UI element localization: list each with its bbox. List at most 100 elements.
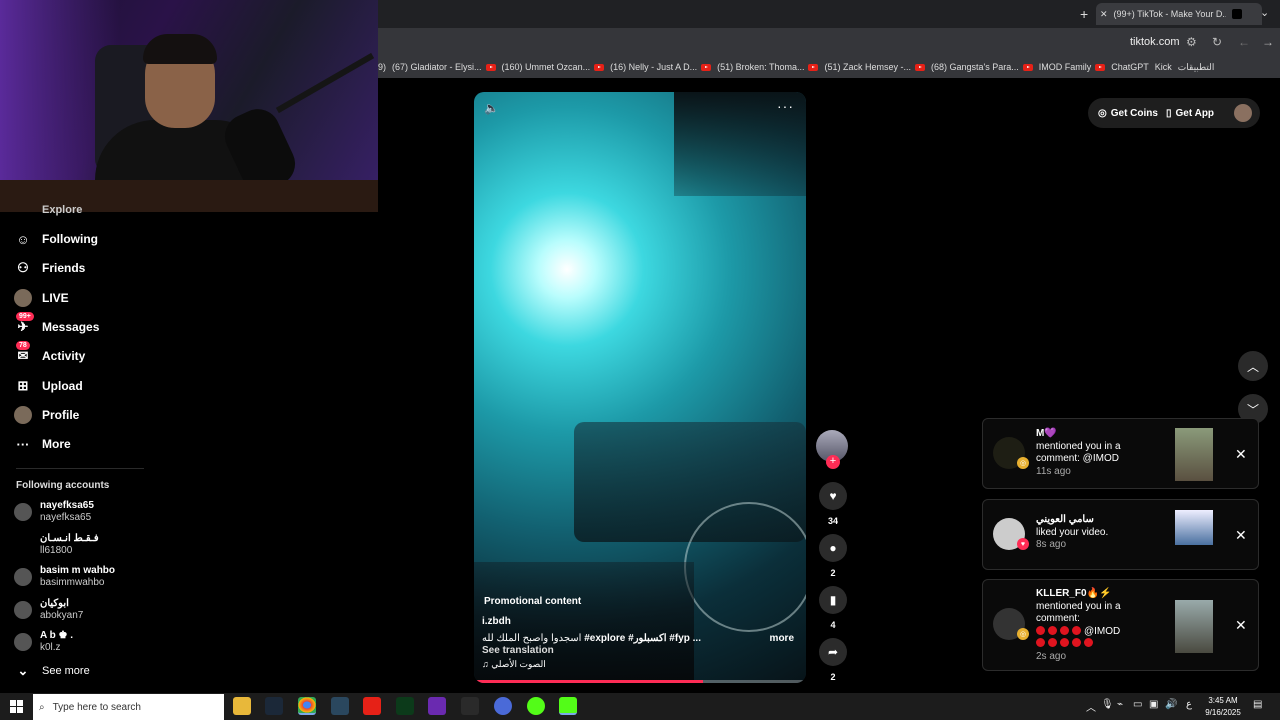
hashtag[interactable]: #اكسبلور xyxy=(628,633,666,644)
network-icon[interactable]: ⌁ xyxy=(1117,699,1123,710)
close-tab-icon[interactable]: ✕ xyxy=(1100,9,1108,20)
ellipsis: ... xyxy=(692,633,701,644)
taskbar-search-input[interactable]: ⌕ Type here to search xyxy=(33,694,224,720)
system-clock[interactable]: 3:45 AM 9/16/2025 xyxy=(1196,695,1250,719)
bookmark-item[interactable]: IMOD Family xyxy=(1039,62,1106,72)
back-icon[interactable]: → xyxy=(1262,35,1274,49)
previous-video-button[interactable]: ︿ xyxy=(1238,351,1268,381)
battery-icon[interactable]: ▭ xyxy=(1133,699,1142,710)
sidebar-item-more[interactable]: ··· More xyxy=(14,435,71,453)
save-action[interactable]: ▮ 4 xyxy=(818,586,848,630)
terminal-icon[interactable] xyxy=(396,697,414,715)
more-options-icon[interactable]: ··· xyxy=(777,98,794,114)
video-thumbnail[interactable] xyxy=(1175,510,1213,545)
forward-icon[interactable]: ← xyxy=(1238,35,1250,49)
youtube-icon xyxy=(701,63,712,71)
following-account[interactable]: nayefksa65 nayefksa65 xyxy=(14,500,94,524)
see-more-button[interactable]: ⌄ See more xyxy=(14,662,90,680)
bookmark-label: (160) Ummet Ozcan... xyxy=(501,62,591,72)
bookmark-item[interactable]: 9) xyxy=(378,62,386,72)
notification-card[interactable]: ◎ KLLER_F0🔥⚡ mentioned you in a comment:… xyxy=(982,579,1259,671)
following-account[interactable]: basim m wahbo basimmwahbo xyxy=(14,565,115,589)
app-icon[interactable] xyxy=(461,697,479,715)
bookmark-label: IMOD Family xyxy=(1038,62,1092,72)
tray-chevron-icon[interactable]: ︿ xyxy=(1086,699,1096,714)
comment-action[interactable]: ● 2 xyxy=(818,534,848,578)
tab-search-chevron-icon[interactable]: ⌄ xyxy=(1260,6,1269,19)
share-icon[interactable]: ➦ xyxy=(819,638,847,666)
bookmark-item[interactable]: التطبيقات xyxy=(1178,62,1215,73)
language-indicator[interactable]: ع xyxy=(1186,699,1192,710)
youtube-icon[interactable] xyxy=(363,697,381,715)
video-thumbnail[interactable] xyxy=(1175,428,1213,481)
url-field[interactable]: tiktok.com xyxy=(1130,36,1180,48)
share-action[interactable]: ➦ 2 xyxy=(818,638,848,682)
video-thumbnail[interactable] xyxy=(1175,600,1213,653)
bookmark-item[interactable]: Kick xyxy=(1155,62,1172,72)
sidebar-item-friends[interactable]: ⚇ Friends xyxy=(14,259,85,277)
more-button[interactable]: more xyxy=(770,633,794,644)
notification-card[interactable]: ♥ سامي العويني liked your video. 8s ago … xyxy=(982,499,1259,570)
volume-icon[interactable]: 🔈 xyxy=(484,101,499,115)
sidebar-item-upload[interactable]: ⊞ Upload xyxy=(14,377,83,395)
progress-bar[interactable] xyxy=(474,680,806,683)
app-icon[interactable] xyxy=(527,697,545,715)
bookmark-icon[interactable]: ▮ xyxy=(819,586,847,614)
sidebar-item-live[interactable]: LIVE xyxy=(14,288,69,307)
bookmark-item[interactable]: (67) Gladiator - Elysi... xyxy=(392,62,496,72)
following-icon: ☺ xyxy=(16,231,30,247)
profile-avatar[interactable] xyxy=(1234,104,1252,122)
mic-icon[interactable]: 🎙 xyxy=(1101,699,1114,710)
browser-tab-tiktok[interactable]: ✕ (99+) TikTok - Make Your D... xyxy=(1096,3,1262,25)
sidebar-item-profile[interactable]: Profile xyxy=(14,405,79,424)
follow-plus-icon[interactable]: + xyxy=(826,455,840,469)
nzxt-icon[interactable] xyxy=(428,697,446,715)
new-tab-button[interactable]: + xyxy=(1080,6,1088,22)
hashtag[interactable]: #fyp xyxy=(669,633,690,644)
following-account[interactable]: A b ♚ . k0l.z xyxy=(14,630,73,654)
file-explorer-icon[interactable] xyxy=(233,697,251,715)
notification-user[interactable]: سامي العويني xyxy=(1036,514,1151,527)
video-player[interactable]: 🔈 ··· Promotional content i.zbdh اسجدوا … xyxy=(474,92,806,683)
notification-card[interactable]: ◎ M💜 mentioned you in a comment: @IMOD 1… xyxy=(982,418,1259,489)
get-coins-button[interactable]: ◎ Get Coins xyxy=(1098,101,1158,125)
reload-icon[interactable]: ↻ xyxy=(1212,35,1222,49)
hashtag[interactable]: #explore xyxy=(584,633,625,644)
bookmark-item[interactable]: (51) Broken: Thoma... xyxy=(717,62,819,72)
close-icon[interactable]: ✕ xyxy=(1235,446,1247,463)
sound-link[interactable]: ♫ الصوت الأصلي xyxy=(482,659,546,670)
comment-icon[interactable]: ● xyxy=(819,534,847,562)
sidebar-item-messages[interactable]: ✈ 99+ Messages xyxy=(14,311,100,336)
discord-icon[interactable] xyxy=(494,697,512,715)
heart-icon[interactable]: ♥ xyxy=(819,482,847,510)
kick-icon[interactable] xyxy=(559,697,577,715)
see-translation-link[interactable]: See translation xyxy=(482,645,554,656)
volume-icon[interactable]: 🔊 xyxy=(1165,699,1177,710)
bookmark-item[interactable]: (16) Nelly - Just A D... xyxy=(610,62,712,72)
sidebar-item-label: Messages xyxy=(42,319,100,334)
bookmark-item[interactable]: ChatGPT xyxy=(1111,62,1149,72)
following-account[interactable]: ابوكيان abokyan7 xyxy=(14,598,83,622)
like-action[interactable]: ♥ 34 xyxy=(818,482,848,526)
chrome-icon[interactable] xyxy=(298,697,316,715)
close-icon[interactable]: ✕ xyxy=(1235,527,1247,544)
steam-icon[interactable] xyxy=(265,697,283,715)
video-username[interactable]: i.zbdh xyxy=(482,616,511,627)
notification-center-icon[interactable]: ▤ xyxy=(1253,699,1262,710)
steam-icon[interactable] xyxy=(331,697,349,715)
notification-user[interactable]: KLLER_F0🔥⚡ xyxy=(1036,588,1151,601)
notification-user[interactable]: M💜 xyxy=(1036,428,1151,441)
sidebar-item-activity[interactable]: ✉ 78 Activity xyxy=(14,341,85,365)
close-icon[interactable]: ✕ xyxy=(1235,617,1247,634)
bookmark-item[interactable]: (160) Ummet Ozcan... xyxy=(502,62,605,72)
display-icon[interactable]: ▣ xyxy=(1149,699,1158,710)
site-settings-icon[interactable]: ⚙ xyxy=(1186,35,1197,49)
sidebar-item-following[interactable]: ☺ Following xyxy=(14,230,98,248)
windows-start-icon[interactable] xyxy=(10,700,23,713)
avatar xyxy=(14,600,32,619)
bookmark-item[interactable]: (68) Gangsta's Para... xyxy=(931,62,1033,72)
get-app-button[interactable]: ▯ Get App xyxy=(1166,101,1214,125)
following-account[interactable]: ﻓـﻘـﻂ انـسـان ll61800 xyxy=(14,533,99,557)
bookmark-item[interactable]: (51) Zack Hemsey -... xyxy=(824,62,925,72)
sidebar-item-explore[interactable]: Explore xyxy=(42,204,82,216)
